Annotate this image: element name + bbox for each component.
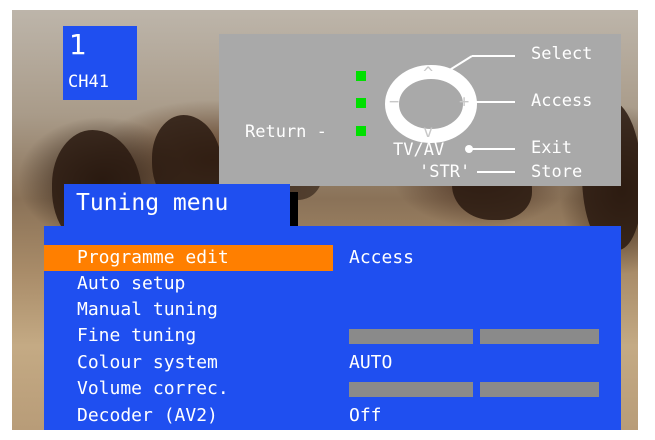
remote-help-panel: ^ v − + Select Access Exit Store Return … <box>219 34 621 186</box>
menu-item-label: Manual tuning <box>77 299 218 320</box>
menu-item-value: Off <box>349 405 382 426</box>
down-arrow-icon: v <box>423 122 434 142</box>
menu-item-label: Programme edit <box>77 247 229 268</box>
exit-label: Exit <box>531 138 572 158</box>
menu-item-volume-correction[interactable]: Volume correc. <box>44 376 621 402</box>
tv-av-label: TV/AV <box>393 140 445 160</box>
exit-pointer-dot <box>465 145 473 153</box>
minus-icon: − <box>389 92 400 112</box>
indicator-light <box>356 98 366 108</box>
fine-tuning-bar-right <box>480 329 599 344</box>
volume-bar-left <box>349 382 473 397</box>
indicator-light <box>356 71 366 81</box>
menu-item-fine-tuning[interactable]: Fine tuning <box>44 323 621 349</box>
plus-icon: + <box>459 92 470 112</box>
store-label: Store <box>531 162 583 182</box>
channel-name: CH41 <box>68 72 109 92</box>
menu-item-label: Decoder (AV2) <box>77 405 218 426</box>
menu-item-colour-system[interactable]: Colour system AUTO <box>44 350 621 376</box>
str-label: 'STR' <box>419 162 471 182</box>
channel-number: 1 <box>69 28 87 61</box>
access-label: Access <box>531 91 593 111</box>
menu-item-auto-setup[interactable]: Auto setup <box>44 271 621 297</box>
menu-item-value: AUTO <box>349 352 393 373</box>
menu-title: Tuning menu <box>76 190 229 216</box>
return-label: Return - <box>245 122 327 142</box>
select-pointer-line <box>447 55 473 72</box>
menu-item-label: Auto setup <box>77 273 186 294</box>
indicator-light <box>356 126 366 136</box>
menu-item-value: Access <box>349 247 415 268</box>
menu-item-label: Volume correc. <box>77 378 229 399</box>
up-arrow-icon: ^ <box>423 64 434 84</box>
tuning-menu: Programme edit Access Auto setup Manual … <box>44 226 621 430</box>
fine-tuning-bar-left <box>349 329 473 344</box>
menu-item-programme-edit[interactable]: Programme edit Access <box>44 245 621 271</box>
menu-item-decoder-av2[interactable]: Decoder (AV2) Off <box>44 403 621 429</box>
channel-indicator: 1 CH41 <box>63 26 137 100</box>
select-label: Select <box>531 44 593 64</box>
volume-bar-right <box>480 382 599 397</box>
menu-title-box: Tuning menu <box>64 184 290 226</box>
menu-item-manual-tuning[interactable]: Manual tuning <box>44 297 621 323</box>
menu-item-label: Colour system <box>77 352 218 373</box>
menu-item-label: Fine tuning <box>77 325 197 346</box>
